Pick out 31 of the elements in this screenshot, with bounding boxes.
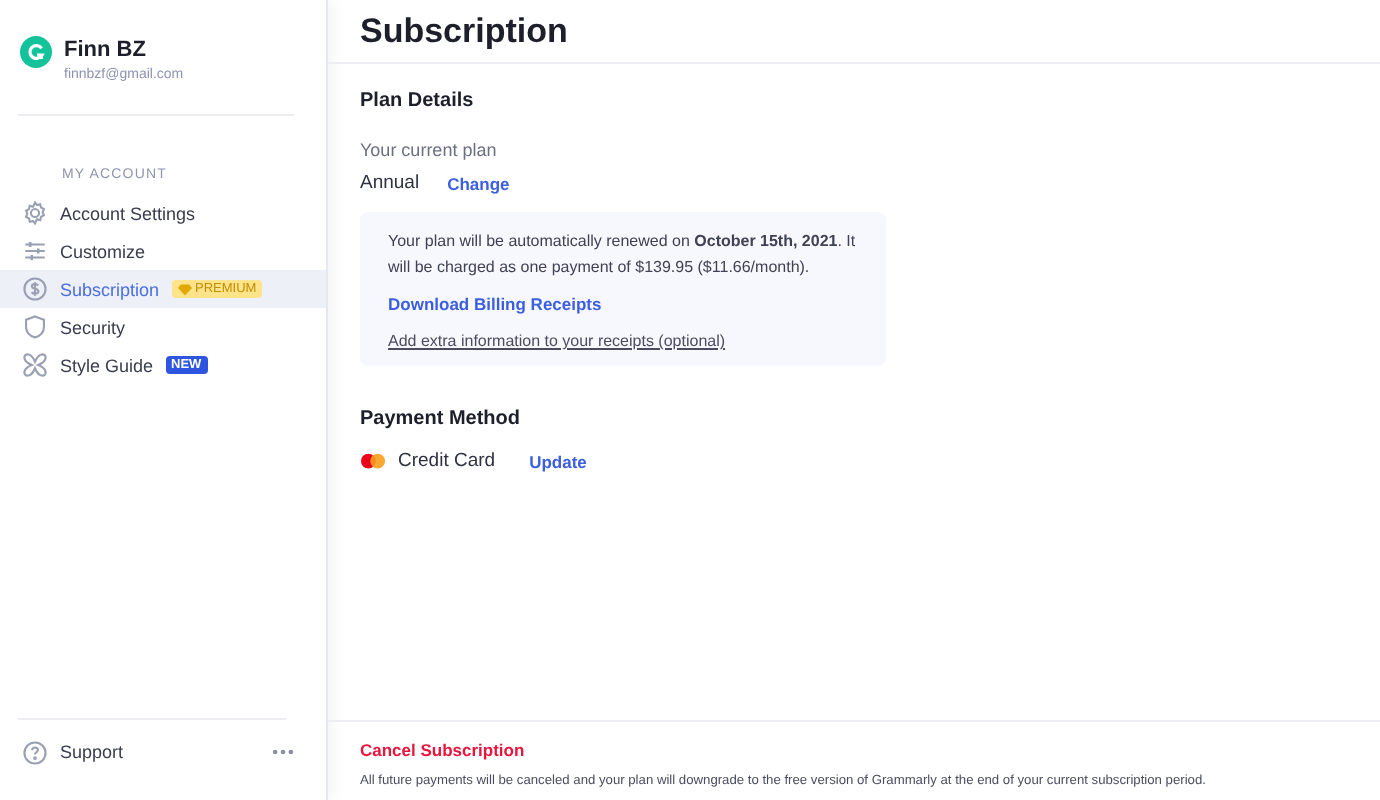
cancel-link[interactable]: Cancel Subscription [360,740,1380,760]
nav-label: Style Guide [60,355,154,375]
support-link[interactable]: Support [60,742,260,762]
payment-method: Credit Card [398,450,496,472]
shield-icon [22,314,48,340]
nav-label: Subscription [60,279,160,299]
nav-item[interactable]: Account Settings [0,194,326,232]
flower-icon [22,352,48,378]
card-logo-icon [360,451,386,471]
nav-label: Account Settings [60,203,196,223]
gear-icon [22,200,48,226]
page-title: Subscription [328,12,1380,64]
plan-name: Annual [360,172,420,194]
section-heading: Plan Details [360,90,476,112]
more-icon[interactable] [272,748,294,756]
nav-item[interactable]: Customize [0,232,326,270]
nav-item[interactable]: Security [0,308,326,346]
field-label: Your current plan [360,140,499,160]
nav-label: Customize [60,241,146,261]
dollar-icon [22,276,48,302]
renewal-text: Your plan will be automatically renewed on October 15th, 2021. It will be charged as one payment of $139.95 ($11.66/month). [388,230,858,280]
receipt-info-link[interactable]: Add extra information to your receipts (optional) [388,332,858,350]
update-link[interactable]: Update [529,451,587,471]
section-heading: Payment Method [360,408,523,430]
sliders-icon [22,238,48,264]
nav-label: Security [60,317,126,337]
avatar-logo [20,36,52,68]
change-link[interactable]: Change [447,173,510,193]
download-link[interactable]: Download Billing Receipts [388,294,858,314]
help-icon [22,739,48,765]
user-name: Finn BZ [64,38,148,62]
